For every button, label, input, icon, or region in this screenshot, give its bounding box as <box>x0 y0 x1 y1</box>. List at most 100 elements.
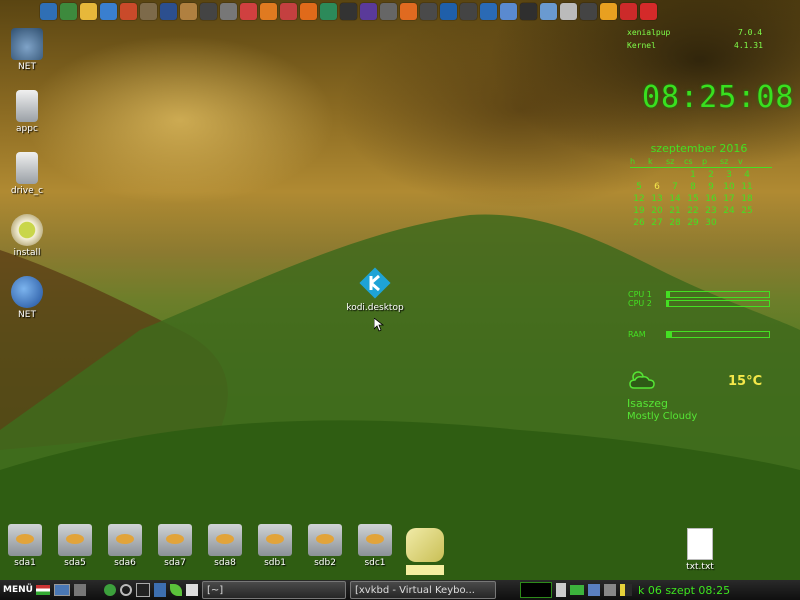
calendar-day: 21 <box>669 206 681 216</box>
flag-icon[interactable] <box>35 585 50 595</box>
ram-label: RAM <box>628 330 646 339</box>
desktop-icon-appc[interactable]: appc <box>2 90 52 134</box>
drive-icon-sdb2[interactable]: sdb2 <box>304 524 346 568</box>
cpu2-fill <box>667 301 670 306</box>
globe-icon[interactable] <box>100 2 117 20</box>
desktop-icon-label: NET <box>18 62 36 72</box>
calendar-day: 7 <box>672 182 678 192</box>
calendar-day: 11 <box>741 182 753 192</box>
skull-icon[interactable] <box>380 2 397 20</box>
clock-icon[interactable] <box>580 2 597 20</box>
desktop-icon-drive-c[interactable]: drive_c <box>2 152 52 196</box>
cpu1-label: CPU 1 <box>628 290 652 299</box>
desktop-icon-net-2[interactable]: NET <box>2 276 52 320</box>
tools-icon[interactable] <box>140 2 157 20</box>
drive-icon-sda8[interactable]: sda8 <box>204 524 246 568</box>
vlc-icon[interactable] <box>260 2 277 20</box>
chip-icon[interactable] <box>180 2 197 20</box>
firefox-icon[interactable] <box>300 2 317 20</box>
paint-icon[interactable] <box>280 2 297 20</box>
folder-icon[interactable] <box>60 2 77 20</box>
calendar-weekday: sz <box>720 157 729 166</box>
calendar-day: 27 <box>651 218 663 228</box>
task-title: [xvkbd - Virtual Keybo... <box>354 584 475 596</box>
cpu2-label: CPU 2 <box>628 299 652 308</box>
sun-icon[interactable] <box>80 2 97 20</box>
terminal-icon[interactable] <box>135 583 150 597</box>
cursor-icon[interactable] <box>560 2 577 20</box>
calendar-day: 9 <box>708 182 714 192</box>
kodi-label: kodi.desktop <box>346 303 404 313</box>
task-button-terminal[interactable]: [~] <box>201 581 346 599</box>
calendar-day: 28 <box>669 218 681 228</box>
calendar-day: 3 <box>726 170 732 180</box>
calendar-weekday: p <box>702 157 708 166</box>
smiley-icon[interactable] <box>103 584 116 596</box>
calendar-day: 5 <box>636 182 642 192</box>
floppy-icon[interactable] <box>160 2 177 20</box>
desktop-icon-txt-file[interactable]: txt.txt <box>682 528 718 572</box>
drive-icon-sda6[interactable]: sda6 <box>104 524 146 568</box>
drive-icon-sda5[interactable]: sda5 <box>54 524 96 568</box>
calendar-day <box>738 218 756 228</box>
slides-icon[interactable] <box>480 2 497 20</box>
pencils-icon[interactable] <box>240 2 257 20</box>
tray-clock[interactable]: k 06 szept 08:25 <box>638 584 730 597</box>
calendar-day: 18 <box>741 194 753 204</box>
desktop-icon-kodi[interactable]: kodi.desktop <box>340 266 410 313</box>
power-icon[interactable] <box>640 2 657 20</box>
search-icon[interactable] <box>119 584 132 596</box>
calendar-day: 26 <box>633 218 645 228</box>
volume-icon[interactable] <box>619 584 632 596</box>
hard-drive-icon <box>308 524 342 556</box>
kernel-version: 4.1.31 <box>734 41 763 50</box>
axe-icon[interactable] <box>400 2 417 20</box>
drive-icon-sda1[interactable]: sda1 <box>4 524 46 568</box>
menu-button[interactable]: MENÜ <box>0 585 36 595</box>
usb-icon[interactable] <box>603 584 616 596</box>
desktop-clock: 08:25:08 <box>642 80 795 115</box>
rss-icon[interactable] <box>600 2 617 20</box>
drive-icon-sdc1[interactable]: sdc1 <box>354 524 396 568</box>
task-button-xvkbd[interactable]: [xvkbd - Virtual Keybo... <box>349 581 496 599</box>
hex-icon[interactable] <box>420 2 437 20</box>
calendar-day: 1 <box>690 170 696 180</box>
download-icon[interactable] <box>620 2 637 20</box>
server-icon <box>16 90 38 122</box>
mail-icon[interactable] <box>540 2 557 20</box>
spiral-icon[interactable] <box>440 2 457 20</box>
monitor-icon[interactable] <box>53 584 70 596</box>
pie-icon[interactable] <box>120 2 137 20</box>
desktop-icon-net[interactable]: NET <box>2 28 52 72</box>
ram-fill <box>667 332 673 337</box>
eject-drive-icon[interactable] <box>406 528 444 562</box>
cpu1-fill <box>667 292 671 297</box>
battery-icon[interactable] <box>569 585 584 595</box>
clipboard-icon[interactable] <box>555 583 566 597</box>
monitor-icon[interactable] <box>520 2 537 20</box>
weather-city: Isaszeg <box>627 397 668 410</box>
camera-icon[interactable] <box>200 2 217 20</box>
terminal-icon[interactable] <box>340 2 357 20</box>
webcam-icon[interactable] <box>220 2 237 20</box>
drive-icon-sdb1[interactable]: sdb1 <box>254 524 296 568</box>
launcher-bar <box>40 0 760 22</box>
calendar-day <box>630 170 648 180</box>
blue-circle-icon[interactable] <box>40 2 57 20</box>
pen-icon[interactable] <box>185 584 198 596</box>
drive-icon-sda7[interactable]: sda7 <box>154 524 196 568</box>
calendar-day: 8 <box>690 182 696 192</box>
spreadsheet-icon[interactable] <box>320 2 337 20</box>
leaf-icon[interactable] <box>169 584 182 596</box>
calendar-title: szeptember 2016 <box>650 142 748 155</box>
calendar-weekday: h <box>630 157 636 166</box>
cpu2-meter: CPU 2 <box>628 299 770 308</box>
desktop-icon-install[interactable]: install <box>2 214 52 258</box>
calculator-icon[interactable] <box>153 583 166 597</box>
window-icon[interactable] <box>500 2 517 20</box>
trash-icon[interactable] <box>73 584 86 596</box>
globe-lightning-icon <box>11 276 43 308</box>
camera-icon[interactable] <box>460 2 477 20</box>
network-tray-icon[interactable] <box>587 584 600 596</box>
ball-icon[interactable] <box>360 2 377 20</box>
